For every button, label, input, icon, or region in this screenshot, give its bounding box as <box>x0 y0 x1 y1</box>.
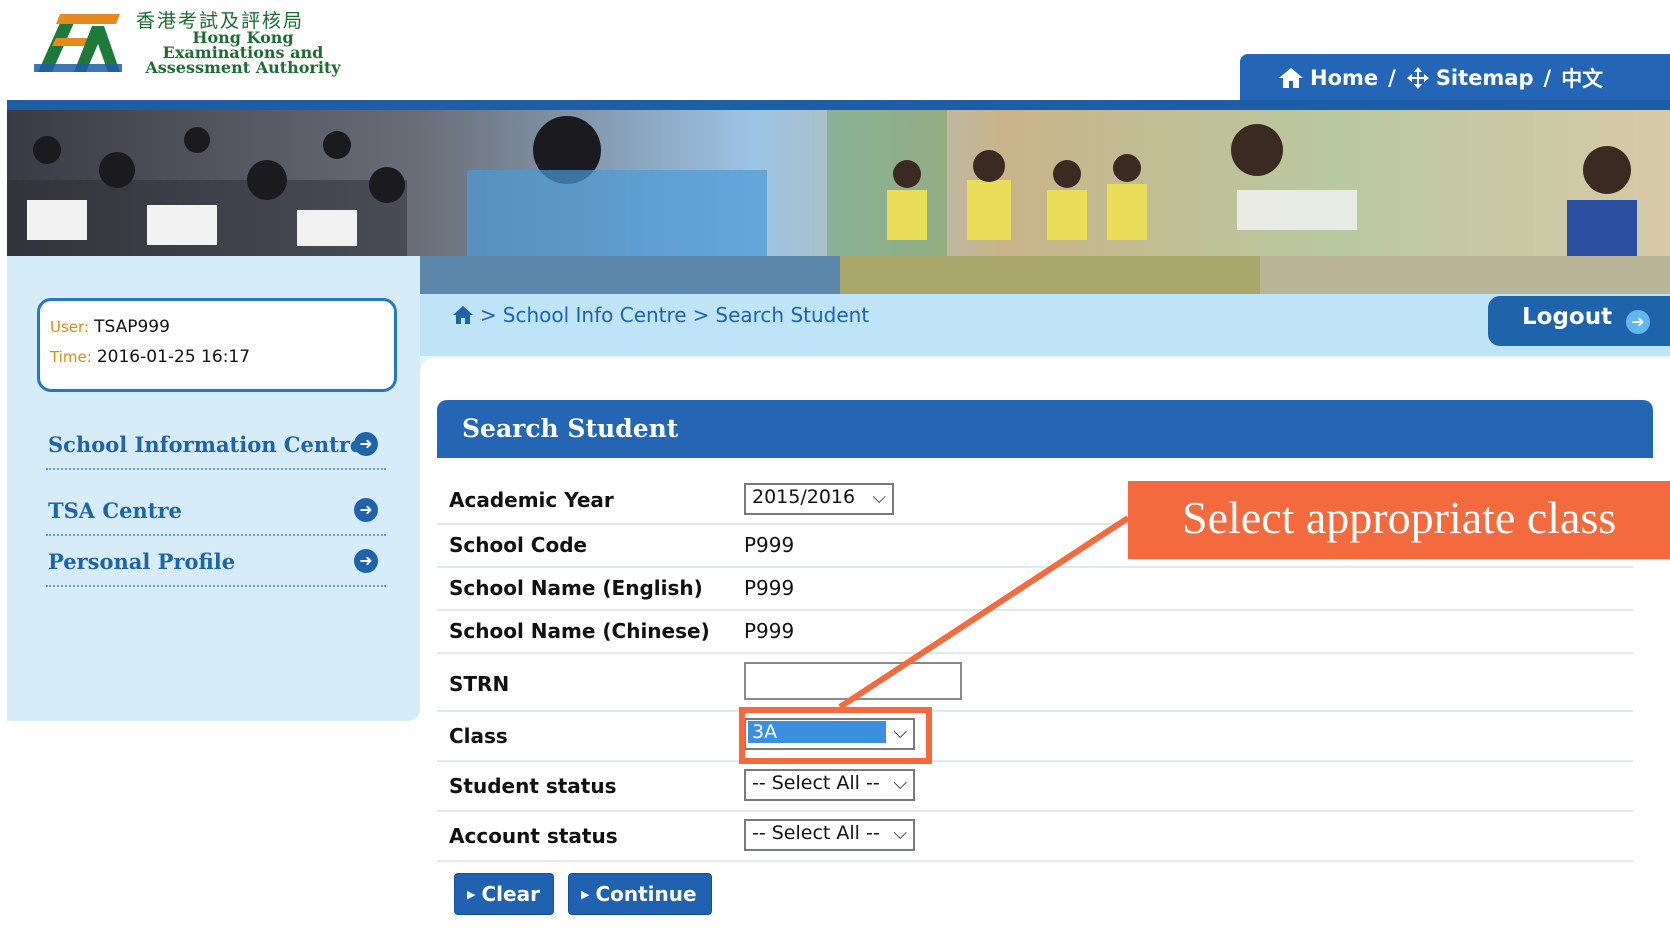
logo-english-name: Hong Kong Examinations and Assessment Au… <box>138 30 348 77</box>
continue-button[interactable]: ▶ Continue <box>568 873 712 915</box>
row-strn: STRN <box>437 652 1633 712</box>
time-label: Time: <box>50 348 92 366</box>
row-school-name-english: School Name (English) P999 <box>437 566 1633 611</box>
sidebar-item-label: School Information Centre <box>48 432 364 457</box>
class-highlight-box <box>739 707 932 764</box>
top-navigation: Home / Sitemap / 中文 <box>1240 54 1670 102</box>
user-info-box: User: TSAP999 Time: 2016-01-25 16:17 <box>37 298 397 392</box>
academic-year-select[interactable]: 2015/2016 ⌵ <box>744 483 894 515</box>
user-value: TSAP999 <box>94 317 170 337</box>
academic-year-value: 2015/2016 <box>752 486 856 508</box>
classroom-banner-image <box>7 110 1670 256</box>
breadcrumb: > School Info Centre > Search Student <box>452 303 869 327</box>
school-name-english-label: School Name (English) <box>449 576 703 600</box>
logout-label: Logout <box>1522 304 1613 330</box>
annotation-callout: Select appropriate class <box>1128 481 1670 559</box>
breadcrumb-separator: > <box>480 303 497 327</box>
strn-input[interactable] <box>744 662 962 700</box>
breadcrumb-separator: > <box>692 303 710 327</box>
sidebar-item-tsa-centre[interactable]: TSA Centre ➜ <box>46 486 386 536</box>
triangle-right-icon: ▶ <box>467 888 476 901</box>
clear-label: Clear <box>481 882 540 906</box>
hkeaa-logo-icon[interactable] <box>34 8 122 76</box>
sidebar-item-label: Personal Profile <box>48 549 236 574</box>
triangle-right-icon: ▶ <box>581 888 590 901</box>
home-link[interactable]: Home <box>1310 66 1378 90</box>
user-label: User: <box>50 318 89 336</box>
school-code-value: P999 <box>744 533 795 557</box>
strn-label: STRN <box>449 672 510 696</box>
arrow-right-icon: ➜ <box>1626 310 1650 334</box>
chevron-down-icon: ⌵ <box>872 487 886 508</box>
clear-button[interactable]: ▶ Clear <box>454 873 554 915</box>
sidebar-item-school-information-centre[interactable]: School Information Centre ➜ <box>46 420 386 470</box>
header-divider <box>7 100 1670 110</box>
student-status-select[interactable]: -- Select All -- ⌵ <box>744 769 915 801</box>
chevron-down-icon: ⌵ <box>893 823 907 844</box>
row-account-status: Account status -- Select All -- ⌵ <box>437 810 1633 862</box>
continue-label: Continue <box>595 882 697 906</box>
student-status-label: Student status <box>449 774 617 798</box>
arrow-right-icon: ➜ <box>354 549 378 573</box>
nav-separator: / <box>1543 66 1552 90</box>
sidebar-item-label: TSA Centre <box>48 498 182 523</box>
school-code-label: School Code <box>449 533 588 557</box>
row-school-name-chinese: School Name (Chinese) P999 <box>437 609 1633 654</box>
site-header: 香港考試及評核局 Hong Kong Examinations and Asse… <box>0 0 1670 102</box>
account-status-label: Account status <box>449 824 618 848</box>
account-status-select[interactable]: -- Select All -- ⌵ <box>744 819 915 851</box>
sitemap-icon <box>1406 67 1429 89</box>
logout-button[interactable]: Logout ➜ <box>1488 296 1670 346</box>
breadcrumb-school-info-centre[interactable]: School Info Centre <box>503 303 687 327</box>
time-value: 2016-01-25 16:17 <box>96 347 251 367</box>
school-name-chinese-value: P999 <box>744 619 795 643</box>
academic-year-label: Academic Year <box>449 488 614 512</box>
class-label: Class <box>449 724 508 748</box>
account-status-value: -- Select All -- <box>752 822 880 844</box>
school-name-english-value: P999 <box>744 576 795 600</box>
sitemap-link[interactable]: Sitemap <box>1436 66 1534 90</box>
row-class: Class 3A ⌵ <box>437 710 1633 762</box>
student-status-value: -- Select All -- <box>752 772 880 794</box>
nav-separator: / <box>1388 66 1396 90</box>
row-student-status: Student status -- Select All -- ⌵ <box>437 760 1633 812</box>
home-icon <box>1279 68 1303 88</box>
panel-title: Search Student <box>462 414 679 443</box>
home-icon[interactable] <box>452 305 474 325</box>
school-name-chinese-label: School Name (Chinese) <box>449 619 710 643</box>
chevron-down-icon: ⌵ <box>893 773 907 794</box>
chinese-language-link[interactable]: 中文 <box>1561 63 1603 93</box>
arrow-right-icon: ➜ <box>354 432 378 456</box>
breadcrumb-search-student: Search Student <box>715 303 870 327</box>
sidebar-item-personal-profile[interactable]: Personal Profile ➜ <box>46 537 386 587</box>
banner-image-lower <box>420 256 1670 294</box>
arrow-right-icon: ➜ <box>354 498 378 522</box>
logo-en-line-3: Assessment Authority <box>145 58 341 77</box>
